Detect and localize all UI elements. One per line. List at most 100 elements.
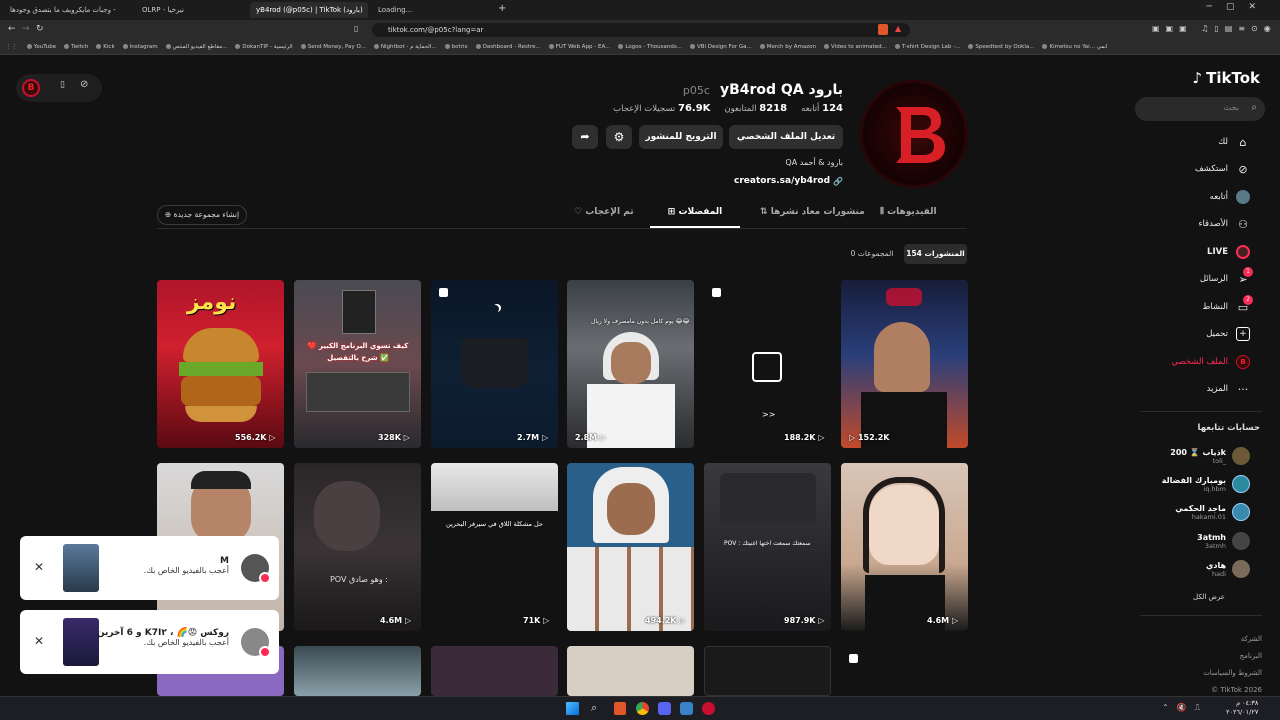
browser-tab[interactable]: OLRP - نيرخيا: [136, 2, 246, 18]
sidebar-item-activity[interactable]: النشاط ▭ 2: [1202, 295, 1253, 317]
sidebar-item-live[interactable]: LIVE: [1207, 242, 1250, 262]
bookmark-item[interactable]: Merch by Amazon: [759, 40, 816, 54]
close-icon[interactable]: ✕: [34, 560, 44, 574]
chrome-icon[interactable]: [636, 702, 649, 715]
address-bar[interactable]: tiktok.com/@p05c?lang=ar: [372, 23, 910, 37]
app-icon[interactable]: [702, 702, 715, 715]
promote-post-button[interactable]: الترويج للمنشور: [639, 125, 723, 149]
tab-videos[interactable]: ⦀ الفيديوهات: [880, 207, 937, 217]
profile-avatar[interactable]: [860, 80, 968, 188]
bookmark-item[interactable]: VBi Design For Ga...: [689, 40, 752, 54]
forward-icon[interactable]: →: [22, 24, 30, 34]
tray-icons[interactable]: ⌃🔇⎍: [1162, 703, 1208, 713]
video-thumbnail[interactable]: ▷ 152.2K: [841, 280, 968, 448]
bookmark-item[interactable]: botrix: [444, 40, 468, 54]
bookmark-item[interactable]: Nightbot - الحماية م...: [373, 40, 437, 54]
tiktok-logo[interactable]: ♪ TikTok: [1193, 69, 1260, 87]
bookmark-item[interactable]: YouTube: [26, 40, 56, 54]
following-account[interactable]: 3atmh 3atmh: [1197, 529, 1250, 553]
bookmark-item[interactable]: Dashboard - Restre...: [475, 40, 541, 54]
extensions-icon[interactable]: ▣▣▣ ♫▯▤≡⊙◉: [1152, 24, 1277, 33]
subtab-collections[interactable]: المجموعات 0: [846, 244, 898, 264]
bookmark-item[interactable]: Speedtest by Ookla...: [968, 40, 1034, 54]
video-thumbnail[interactable]: [294, 646, 421, 696]
video-thumbnail[interactable]: 494.2K ▷: [567, 463, 694, 631]
footer-link[interactable]: الشركة: [1203, 631, 1262, 648]
sidebar-item-messages[interactable]: الرسائل ➢ 1: [1200, 267, 1253, 289]
close-icon[interactable]: ✕: [34, 634, 44, 648]
stat-followers[interactable]: 8218 المتابعون: [724, 103, 787, 114]
sidebar-item-home[interactable]: لك ⌂: [1218, 132, 1250, 152]
video-thumbnail[interactable]: نومز 556.2K ▷: [157, 280, 284, 448]
create-collection-button[interactable]: ⊕ إنشاء مجموعة جديدة: [157, 205, 247, 225]
avatar[interactable]: B: [22, 79, 40, 97]
video-thumbnail[interactable]: كيف تسوي البرنامج الكبير ❤️ شرح بالتفصيل…: [294, 280, 421, 448]
windows-start-icon[interactable]: [566, 702, 579, 715]
phone-icon[interactable]: ▯: [60, 80, 65, 90]
bookmark-item[interactable]: Kimetsu no Yai... انمي: [1042, 40, 1108, 54]
search-icon[interactable]: ⌕: [591, 701, 597, 715]
alert-icon[interactable]: ▲: [895, 24, 901, 33]
bookmark-item[interactable]: T-shirt Design Lab -...: [894, 40, 960, 54]
following-account[interactable]: ماجد الحكمي hakami.01: [1175, 500, 1250, 524]
discord-icon[interactable]: [658, 702, 671, 715]
browser-tab[interactable]: وجبات مايكرويف ما بتصدق وجودها -: [4, 2, 132, 18]
following-account[interactable]: هادي hadi: [1206, 557, 1250, 581]
app-icon[interactable]: [680, 702, 693, 715]
bookmark-item[interactable]: DokanTIP - الرئيسية: [235, 40, 293, 54]
compass-icon[interactable]: ⊘: [80, 79, 88, 90]
bookmark-icon[interactable]: ▯: [354, 24, 358, 33]
video-thumbnail[interactable]: 4.6M ▷: [841, 463, 968, 631]
footer-link[interactable]: البرنامج: [1203, 648, 1262, 665]
settings-gear-icon[interactable]: ⚙: [606, 125, 632, 149]
bookmark-item[interactable]: Instagram: [122, 40, 158, 54]
video-thumbnail[interactable]: يوم كامل بدون مامصرف ولا ريال 😂😂 2.8M ▷: [567, 280, 694, 448]
bookmark-item[interactable]: Twitch: [64, 40, 88, 54]
search-input[interactable]: ⌕ بحث: [1135, 97, 1265, 121]
sidebar-item-upload[interactable]: تحميل +: [1206, 324, 1250, 344]
profile-link[interactable]: creators.sa/yb4rod 🔗: [734, 176, 843, 186]
video-thumbnail[interactable]: [431, 646, 558, 696]
bookmark-item[interactable]: Send Money, Pay O...: [300, 40, 366, 54]
video-thumbnail[interactable]: حل مشكلة اللاق في سيرفر البحرين 71K ▷: [431, 463, 558, 631]
window-controls[interactable]: ─▢✕: [1207, 2, 1270, 12]
brave-icon[interactable]: [614, 702, 626, 715]
following-account[interactable]: بومبارك الفضالة iq.hbm: [1162, 472, 1250, 496]
sidebar-item-more[interactable]: المزيد ···: [1207, 379, 1250, 399]
brave-shield-icon[interactable]: [878, 24, 888, 35]
footer-link[interactable]: الشروط والسياسات: [1203, 665, 1262, 682]
bookmark-item[interactable]: FUT Web App - EA...: [548, 40, 610, 54]
edit-profile-button[interactable]: تعديل الملف الشخصي: [729, 125, 843, 149]
browser-tab-active[interactable]: yB4rod (@p05c) | TikTok (بارود): [250, 2, 368, 18]
video-thumbnail[interactable]: [704, 646, 831, 696]
video-thumbnail[interactable]: 2.7M ▷: [431, 280, 558, 448]
reload-icon[interactable]: ↻: [36, 24, 44, 34]
bookmark-item[interactable]: Kick: [96, 40, 115, 54]
sidebar-item-profile[interactable]: الملف الشخصي B: [1171, 352, 1250, 372]
video-thumbnail[interactable]: [567, 646, 694, 696]
share-icon[interactable]: ➦: [572, 125, 598, 149]
subtab-posts[interactable]: المنشورات 154: [904, 244, 967, 264]
see-all-link[interactable]: عرض الكل: [1193, 593, 1225, 601]
back-icon[interactable]: ←: [8, 24, 16, 34]
tab-favorites[interactable]: ⊞ المفضلات: [650, 207, 740, 217]
browser-tab[interactable]: Loading...: [372, 2, 492, 18]
new-tab-button[interactable]: +: [498, 3, 506, 14]
clock[interactable]: ٠٤:٣٨ م ٢٠٢٦/٠١/٢٧: [1226, 699, 1258, 717]
video-thumbnail[interactable]: POV وهو صادق : 4.6M ▷: [294, 463, 421, 631]
apps-icon[interactable]: ⋮⋮: [6, 40, 17, 54]
tab-liked[interactable]: ♡ تم الإعجاب: [574, 207, 634, 217]
notification-toast[interactable]: ✕ M أعجب بالفيديو الخاص بك.: [20, 536, 279, 600]
sidebar-item-friends[interactable]: الأصدقاء ⚇: [1198, 214, 1250, 234]
video-thumbnail[interactable]: >> 188.2K ▷: [704, 280, 831, 448]
bookmark-item[interactable]: مقاطع الفيديو المنتص...: [165, 40, 227, 54]
video-thumbnail[interactable]: POV : سمعتك سمعت اختها اغنيتك 987.9K ▷: [704, 463, 831, 631]
tab-reposts[interactable]: ⇅ منشورات معاد نشرها: [760, 207, 865, 217]
bookmark-item[interactable]: Logos - Thousands...: [618, 40, 682, 54]
bookmark-item[interactable]: Video to animated...: [824, 40, 887, 54]
following-account[interactable]: ذياب ⌛ 200k toli_: [1170, 444, 1250, 468]
stat-following[interactable]: 124 أتابعه: [801, 103, 843, 114]
sidebar-item-explore[interactable]: استكشف ⊘: [1195, 159, 1250, 179]
notification-toast[interactable]: ✕ روكس 😡🌈 ، K7I٢ و 6 آخرين أعجب بالفيديو…: [20, 610, 279, 674]
sidebar-item-following[interactable]: أتابعه: [1210, 187, 1250, 207]
